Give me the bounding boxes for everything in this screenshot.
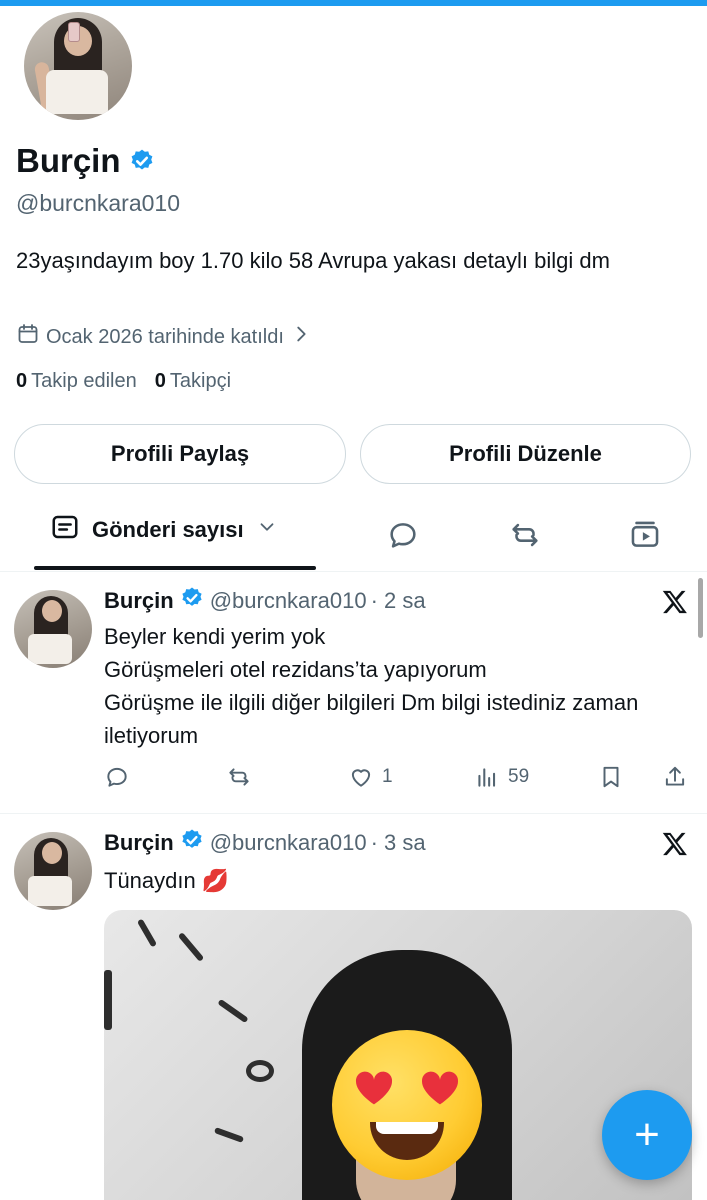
tweet-author-handle[interactable]: @burcnkara010 xyxy=(210,588,367,614)
tweet-header: Burçin @burcnkara010 · 3 sa xyxy=(104,828,426,858)
reply-icon xyxy=(107,767,127,787)
tweet-time: · 3 sa xyxy=(370,830,426,855)
followers-count: 0 xyxy=(154,370,166,392)
following-label: Takip edilen xyxy=(31,370,137,392)
tweet-actions: 1 59 xyxy=(104,764,688,794)
tweet-media-image[interactable] xyxy=(104,910,692,1200)
edit-profile-button[interactable]: Profili Düzenle xyxy=(360,424,691,484)
join-date: Ocak 2026 tarihinde katıldı xyxy=(46,325,284,348)
retweet-icon xyxy=(512,523,538,547)
tweet-line: Görüşmeleri otel rezidans’ta yapıyorum xyxy=(104,657,487,682)
heart-eyes-emoji-icon xyxy=(332,1030,482,1180)
profile-tabs: Gönderi sayısı xyxy=(0,500,707,572)
x-logo-icon xyxy=(661,830,689,858)
tab-posts[interactable]: Gönderi sayısı xyxy=(50,512,278,548)
reply-icon xyxy=(390,523,416,548)
active-tab-indicator xyxy=(34,566,316,570)
tweet-line: Görüşme ile ilgili diğer bilgileri Dm bi… xyxy=(104,690,639,748)
tweet-header: Burçin @burcnkara010 · 2 sa xyxy=(104,586,426,616)
posts-icon xyxy=(50,512,80,548)
tweet-time: · 2 sa xyxy=(370,588,426,613)
following-count: 0 xyxy=(16,370,28,392)
tweet-author-handle[interactable]: @burcnkara010 xyxy=(210,830,367,856)
following-stat[interactable]: 0 Takip edilen xyxy=(16,370,137,393)
tweet-author-name[interactable]: Burçin xyxy=(104,830,174,856)
tweet-avatar[interactable] xyxy=(14,590,92,668)
profile-name-row: Burçin xyxy=(16,142,155,180)
tweet-line: Beyler kendi yerim yok xyxy=(104,624,326,649)
share-button[interactable] xyxy=(662,764,688,790)
verified-badge-icon xyxy=(180,828,204,858)
like-icon xyxy=(351,769,371,787)
profile-avatar[interactable] xyxy=(20,8,136,124)
tweet-avatar[interactable] xyxy=(14,832,92,910)
share-profile-button[interactable]: Profili Paylaş xyxy=(14,424,346,484)
tab-reposts[interactable] xyxy=(508,518,542,552)
profile-handle: @burcnkara010 xyxy=(16,190,180,216)
bookmark-button[interactable] xyxy=(598,764,624,790)
top-accent-bar xyxy=(0,0,707,6)
join-date-row[interactable]: Ocak 2026 tarihinde katıldı xyxy=(16,322,312,352)
followers-label: Takipçi xyxy=(169,370,232,392)
verified-badge-icon xyxy=(180,586,204,616)
profile-name: Burçin xyxy=(16,142,121,179)
chevron-down-icon xyxy=(256,516,278,544)
tab-media[interactable] xyxy=(628,518,662,552)
tab-replies[interactable] xyxy=(386,518,420,552)
views-icon xyxy=(478,768,496,787)
profile-bio: 23yaşındayım boy 1.70 kilo 58 Avrupa yak… xyxy=(16,248,610,273)
tweet-text: Tünaydın 💋 xyxy=(104,868,230,893)
follow-stats: 0 Takip edilen 0 Takipçi xyxy=(16,370,231,393)
reply-button[interactable] xyxy=(104,764,130,790)
like-count: 1 xyxy=(382,766,393,787)
views-button[interactable]: 59 xyxy=(474,764,529,790)
tweet-author-name[interactable]: Burçin xyxy=(104,588,174,614)
media-icon xyxy=(631,521,659,547)
share-icon xyxy=(665,766,685,786)
calendar-icon xyxy=(16,322,40,352)
tab-posts-label: Gönderi sayısı xyxy=(92,517,244,542)
compose-plus-button[interactable]: + xyxy=(602,1090,692,1180)
retweet-icon xyxy=(229,768,249,786)
verified-badge-icon xyxy=(129,148,155,174)
like-button[interactable]: 1 xyxy=(348,764,393,790)
tweet[interactable]: Burçin @burcnkara010 · 2 sa Beyler kendi… xyxy=(0,574,707,814)
chevron-right-icon xyxy=(290,323,312,351)
bookmark-icon xyxy=(603,766,619,788)
x-logo-icon xyxy=(661,588,689,616)
followers-stat[interactable]: 0 Takipçi xyxy=(155,370,231,393)
view-count: 59 xyxy=(508,766,530,787)
tweet-text: Beyler kendi yerim yok Görüşmeleri otel … xyxy=(104,620,684,752)
retweet-button[interactable] xyxy=(226,764,252,790)
tweet[interactable]: Burçin @burcnkara010 · 3 sa Tünaydın 💋 xyxy=(0,816,707,1200)
